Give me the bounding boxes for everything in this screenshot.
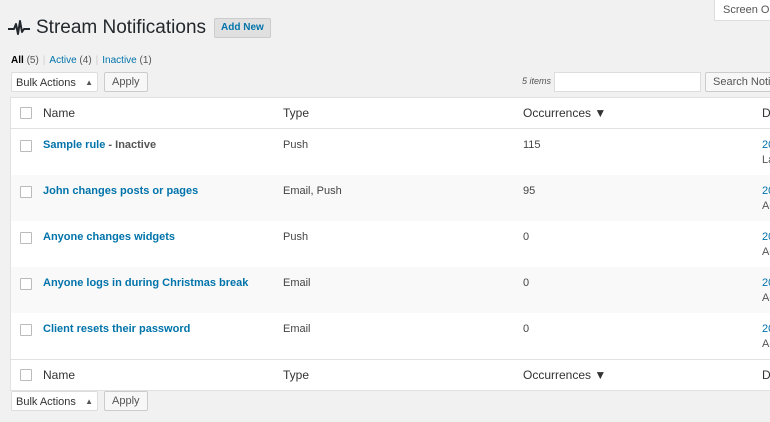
rule-name[interactable]: Anyone changes widgets [43, 231, 175, 243]
table-row: Sample rule - Inactive Push 115 20La [11, 129, 770, 175]
rule-date: 20La [762, 139, 770, 166]
rule-name[interactable]: John changes posts or pages [43, 185, 198, 197]
rule-occurrences: 95 [523, 185, 536, 197]
rule-type: Email, Push [283, 185, 342, 197]
column-name-footer[interactable]: Name [43, 368, 75, 382]
rule-date: 20Ac [762, 323, 770, 350]
row-checkbox[interactable] [20, 140, 32, 152]
page-title: Stream Notifications [36, 17, 207, 38]
bulk-actions-label: Bulk Actions [16, 396, 76, 408]
column-type-footer: Type [283, 368, 310, 382]
rule-name[interactable]: Client resets their password [43, 323, 190, 335]
notifications-table: Name Type Occurrences ▼ Date Sample rule… [10, 97, 770, 391]
filter-active[interactable]: Active (4) [49, 55, 91, 66]
rule-occurrences: 0 [523, 277, 530, 289]
rule-date: 20Ac [762, 231, 770, 258]
rule-occurrences: 115 [523, 139, 541, 151]
add-new-button[interactable]: Add New [214, 18, 271, 38]
column-name[interactable]: Name [43, 106, 75, 120]
page-header: Stream Notifications Add New [8, 15, 271, 41]
select-all-checkbox-footer[interactable] [20, 369, 32, 381]
column-occurrences-footer[interactable]: Occurrences ▼ [523, 368, 606, 382]
rule-type: Push [283, 231, 309, 243]
table-row: John changes posts or pages Email, Push … [11, 175, 770, 221]
bulk-actions-select-top[interactable]: Bulk Actions ▲ [11, 72, 98, 92]
rule-date: 20Ac [762, 277, 770, 304]
row-checkbox[interactable] [20, 186, 32, 198]
table-header: Name Type Occurrences ▼ Date [11, 98, 770, 129]
column-occurrences[interactable]: Occurrences ▼ [523, 106, 606, 120]
rule-type: Email [283, 277, 311, 289]
rule-type: Email [283, 323, 311, 335]
select-all-checkbox[interactable] [20, 107, 32, 119]
items-count: 5 items [522, 76, 552, 86]
row-checkbox[interactable] [20, 232, 32, 244]
column-date[interactable]: Date [762, 106, 770, 120]
select-arrows-icon: ▲ [85, 78, 93, 87]
filter-inactive[interactable]: Inactive (1) [102, 55, 151, 66]
apply-button-bottom[interactable]: Apply [104, 391, 148, 411]
rule-name[interactable]: Anyone logs in during Christmas break [43, 277, 248, 289]
search-button[interactable]: Search Notifications [705, 72, 770, 92]
bulk-actions-label: Bulk Actions [16, 77, 76, 89]
rule-date: 20Ac [762, 185, 770, 212]
screen-options-button[interactable]: Screen Options [714, 0, 770, 21]
table-row: Anyone changes widgets Push 0 20Ac [11, 221, 770, 267]
table-row: Anyone logs in during Christmas break Em… [11, 267, 770, 313]
rule-occurrences: 0 [523, 323, 530, 335]
table-row: Client resets their password Email 0 20A… [11, 313, 770, 359]
rule-type: Push [283, 139, 309, 151]
column-date-footer[interactable]: Date [762, 368, 770, 382]
rule-name[interactable]: Sample rule - Inactive [43, 139, 156, 151]
column-type: Type [283, 106, 310, 120]
row-checkbox[interactable] [20, 278, 32, 290]
select-arrows-icon: ▲ [85, 397, 93, 406]
status-filters: All (5) | Active (4) | Inactive (1) [11, 55, 152, 66]
stream-logo-icon [8, 20, 30, 35]
table-footer: Name Type Occurrences ▼ Date [11, 359, 770, 390]
rule-occurrences: 0 [523, 231, 530, 243]
row-checkbox[interactable] [20, 324, 32, 336]
apply-button-top[interactable]: Apply [104, 72, 148, 92]
filter-all[interactable]: All (5) [11, 55, 39, 66]
bulk-actions-select-bottom[interactable]: Bulk Actions ▲ [11, 391, 98, 411]
search-input[interactable] [554, 72, 701, 92]
